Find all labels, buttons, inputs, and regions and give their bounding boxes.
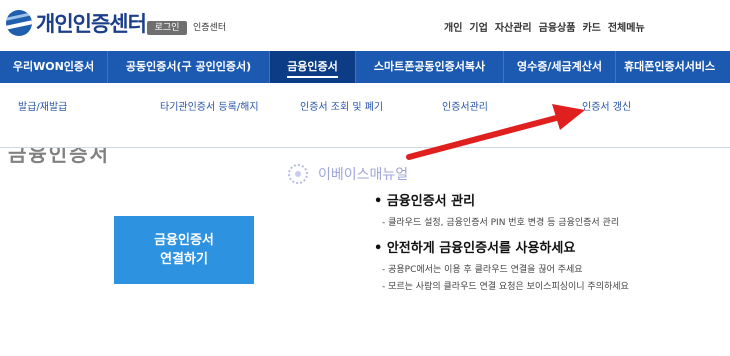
nav-label: 공동인증서(구 공인인증서) [125,60,252,73]
nav-label: 금융인증서 [287,60,338,78]
top-menu-corporate[interactable]: 기업 [469,19,487,34]
info-section-manage: • 금융인증서 관리 - 클라우드 설정, 금융인증서 PIN 번호 변경 등 … [374,190,619,228]
submenu-register-other[interactable]: 타기관인증서 등록/해지 [160,98,259,113]
login-button[interactable]: 로그인 [147,21,187,35]
connect-button-line1: 금융인증서 [154,233,214,248]
top-menu-all[interactable]: 전체메뉴 [608,19,645,34]
info-section-safety: • 안전하게 금융인증서를 사용하세요 - 공용PC에서는 이용 후 클라우드 … [374,237,629,292]
nav-label: 영수증/세금계산서 [517,60,602,73]
top-header: 개인인증센터 로그인 인증센터 개인 기업 자산관리 금융상품 카드 전체메뉴 [0,0,730,50]
info-heading-text: 금융인증서 관리 [386,194,476,209]
top-menu-asset[interactable]: 자산관리 [495,19,532,34]
submenu-lookup-revoke[interactable]: 인증서 조회 및 폐기 [300,98,383,113]
info-line: - 모르는 사람의 클라우드 연결 요청은 보이스피싱이니 주의하세요 [382,282,629,292]
top-menu: 개인 기업 자산관리 금융상품 카드 전체메뉴 [444,19,652,34]
main-nav: 우리WON인증서 공동인증서(구 공인인증서) 금융인증서 스마트폰공동인증서복… [0,51,730,83]
submenu-manage[interactable]: 인증서관리 [442,98,488,113]
nav-item-receipt[interactable]: 영수증/세금계산서 [504,51,616,83]
nav-item-joint-cert[interactable]: 공동인증서(구 공인인증서) [108,51,270,83]
top-menu-products[interactable]: 금융상품 [539,19,576,34]
nav-item-financial-cert[interactable]: 금융인증서 [270,51,356,83]
top-menu-card[interactable]: 카드 [582,19,600,34]
logo-text: 개인인증센터 [36,12,147,36]
watermark-logo-icon [288,164,308,184]
financial-cert-submenu: 발급/재발급 타기관인증서 등록/해지 인증서 조회 및 폐기 인증서관리 인증… [0,83,730,148]
submenu-renew[interactable]: 인증서 갱신 [582,98,631,113]
info-heading: • 금융인증서 관리 [374,194,476,209]
connect-financial-cert-button[interactable]: 금융인증서 연결하기 [114,216,254,284]
nav-label: 휴대폰인증서서비스 [624,60,716,73]
watermark-text: 이베이스매뉴얼 [318,167,409,183]
info-heading-text: 안전하게 금융인증서를 사용하세요 [386,241,576,256]
nav-item-smartphone-copy[interactable]: 스마트폰공동인증서복사 [356,51,504,83]
cert-center-label: 인증센터 [193,23,227,33]
site-logo[interactable]: 개인인증센터 [6,8,147,38]
nav-item-won-cert[interactable]: 우리WON인증서 [0,51,108,83]
submenu-issue[interactable]: 발급/재발급 [18,98,67,113]
info-heading: • 안전하게 금융인증서를 사용하세요 [374,241,576,256]
top-menu-personal[interactable]: 개인 [444,19,462,34]
bank-logo-icon [6,10,32,36]
nav-item-mobile-cert[interactable]: 휴대폰인증서서비스 [616,51,730,83]
nav-label: 스마트폰공동인증서복사 [373,60,486,73]
nav-label: 우리WON인증서 [12,60,95,73]
info-line: - 공용PC에서는 이용 후 클라우드 연결을 끊어 주세요 [382,265,583,275]
info-line: - 클라우드 설정, 금융인증서 PIN 번호 변경 등 금융인증서 관리 [382,218,620,228]
connect-button-line2: 연결하기 [160,252,208,267]
watermark: 이베이스매뉴얼 [288,164,408,184]
